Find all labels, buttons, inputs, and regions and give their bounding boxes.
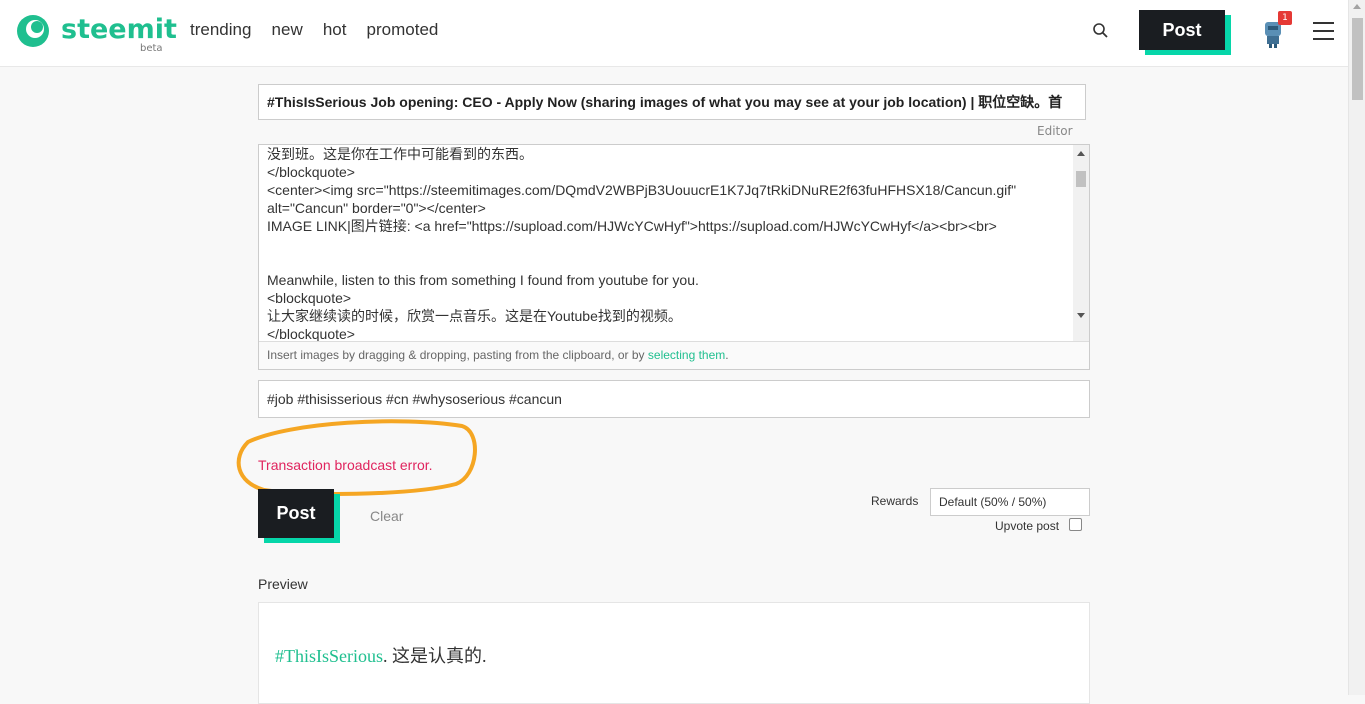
hint-text: Insert images by dragging & dropping, pa…: [267, 348, 648, 362]
page-scrollbar[interactable]: [1348, 0, 1365, 695]
preview-label: Preview: [258, 576, 308, 592]
preview-rest: . 这是认真的.: [383, 646, 487, 666]
body-line: </blockquote>: [267, 164, 355, 180]
clear-button[interactable]: Clear: [370, 508, 403, 524]
textarea-scrollbar[interactable]: [1073, 145, 1089, 341]
image-upload-hint: Insert images by dragging & dropping, pa…: [259, 341, 1089, 369]
steemit-logo-icon: [17, 15, 49, 47]
scroll-down-arrow-icon[interactable]: [1077, 313, 1085, 318]
title-input[interactable]: #ThisIsSerious Job opening: CEO - Apply …: [258, 84, 1086, 120]
body-line: alt="Cancun" border="0"></center>: [267, 200, 486, 216]
editor-toggle-link[interactable]: Editor: [1037, 124, 1073, 138]
body-line: <blockquote>: [267, 290, 352, 306]
select-images-link[interactable]: selecting them: [648, 348, 725, 362]
hint-end: .: [725, 348, 729, 362]
logo-text: steemit: [61, 14, 177, 45]
body-line: [267, 253, 1071, 271]
preview-hashtag-link[interactable]: #ThisIsSerious: [275, 646, 383, 666]
textarea-scroll-thumb[interactable]: [1076, 171, 1086, 187]
scroll-up-arrow-icon[interactable]: [1077, 151, 1085, 156]
body-line: 没到班。这是你在工作中可能看到的东西。: [267, 146, 533, 162]
steemit-logo[interactable]: steemit beta: [14, 12, 177, 56]
error-message: Transaction broadcast error.: [258, 457, 433, 473]
nav-hot[interactable]: hot: [323, 20, 347, 40]
body-line: <center><img src="https://steemitimages.…: [267, 182, 1017, 198]
nav-new[interactable]: new: [272, 20, 303, 40]
body-textarea[interactable]: 没到班。这是你在工作中可能看到的东西。 </blockquote> <cente…: [267, 145, 1071, 341]
preview-text: #ThisIsSerious. 这是认真的.: [275, 642, 487, 668]
body-line: </blockquote>: [267, 326, 355, 341]
body-line: Meanwhile, listen to this from something…: [267, 272, 699, 288]
rewards-label: Rewards: [871, 494, 919, 508]
rewards-select[interactable]: Default (50% / 50%): [930, 488, 1090, 516]
upvote-label: Upvote post: [995, 519, 1060, 533]
tags-input[interactable]: #job #thisisserious #cn #whysoserious #c…: [258, 380, 1090, 418]
logo-beta: beta: [140, 43, 163, 54]
nav-promoted[interactable]: promoted: [367, 20, 439, 40]
top-header: steemit beta trending new hot promoted P…: [0, 0, 1348, 67]
body-line: IMAGE LINK|图片链接: <a href="https://suploa…: [267, 218, 997, 234]
search-icon[interactable]: [1092, 22, 1110, 40]
post-button[interactable]: Post: [258, 489, 334, 538]
scrollbar-thumb[interactable]: [1352, 18, 1363, 100]
preview-panel: #ThisIsSerious. 这是认真的.: [258, 602, 1090, 704]
header-post-button[interactable]: Post: [1139, 10, 1225, 50]
body-editor[interactable]: 没到班。这是你在工作中可能看到的东西。 </blockquote> <cente…: [258, 144, 1090, 370]
notification-badge: 1: [1278, 11, 1292, 25]
main-nav: trending new hot promoted: [190, 20, 453, 40]
hamburger-menu-icon[interactable]: [1313, 22, 1334, 40]
upvote-checkbox[interactable]: [1069, 518, 1082, 531]
nav-trending[interactable]: trending: [190, 20, 251, 40]
scroll-up-arrow-icon[interactable]: [1353, 4, 1361, 9]
body-line: [267, 235, 1071, 253]
body-line: 让大家继续读的时候，欣赏一点音乐。这是在Youtube找到的视频。: [267, 308, 682, 324]
